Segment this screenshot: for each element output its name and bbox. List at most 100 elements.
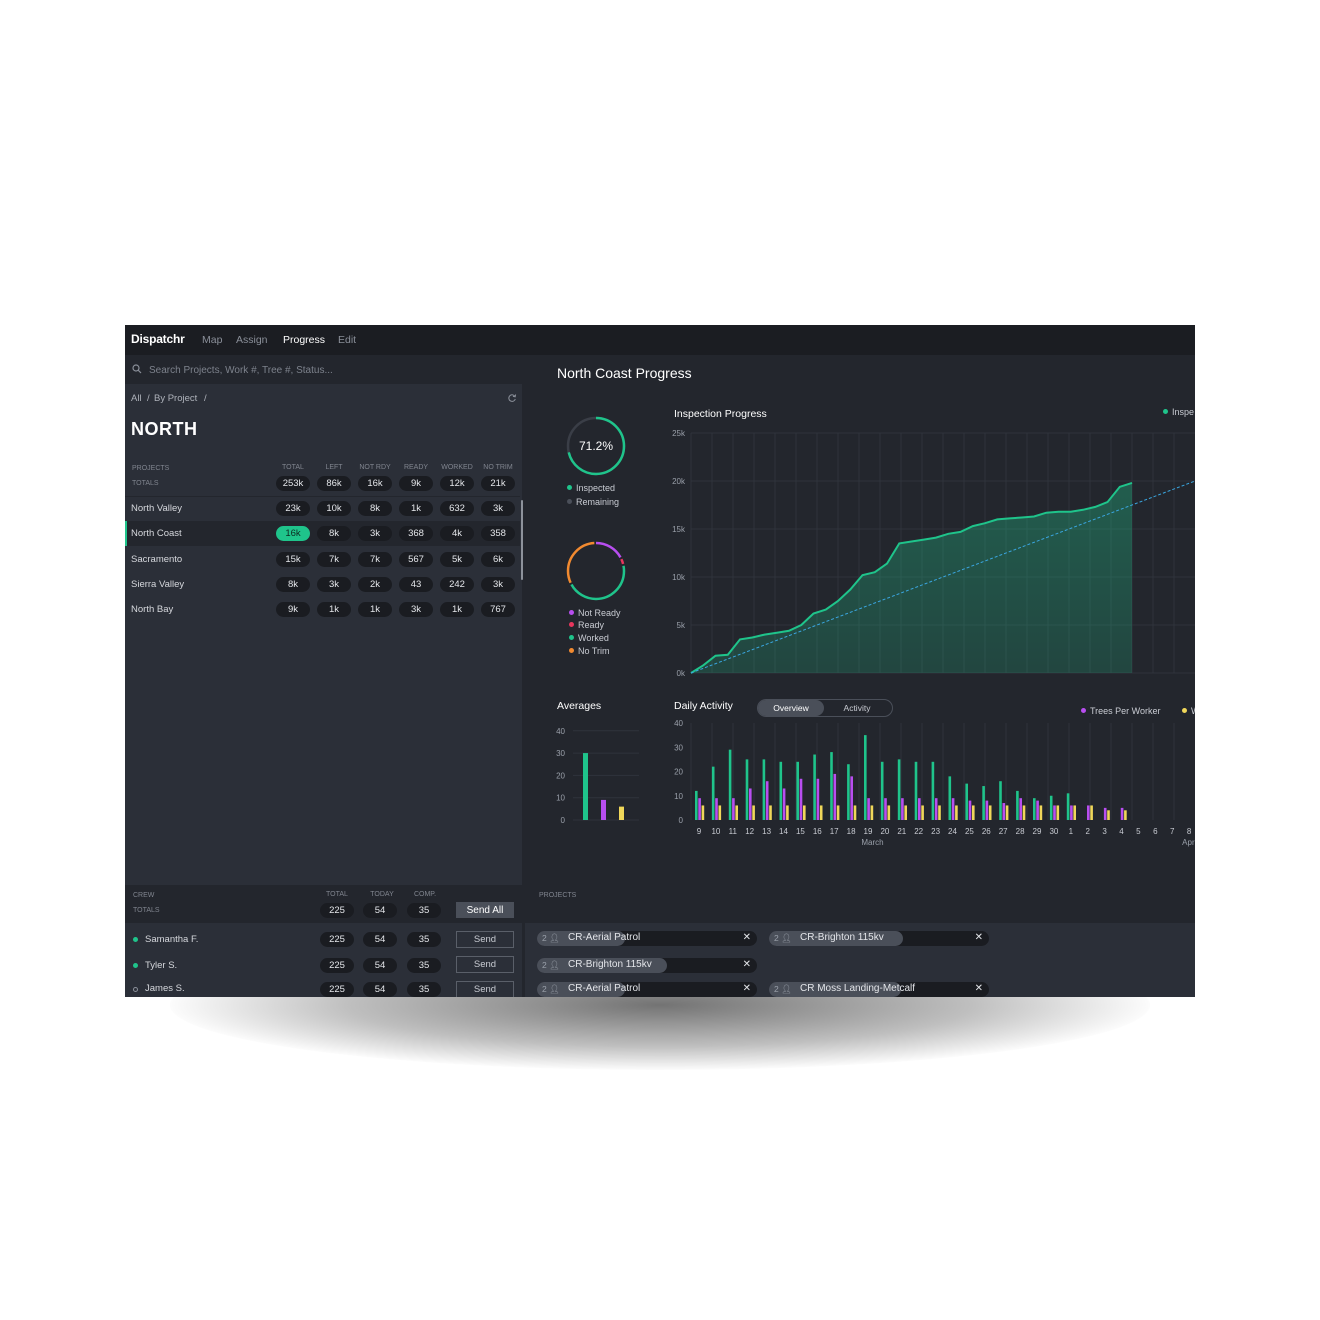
daily-bar [867,798,870,820]
selected-indicator [125,521,127,546]
totals-no-trim: 21k [481,476,515,491]
daily-bar [836,805,840,820]
project-row-north-valley[interactable]: North Valley 23k 10k 8k 1k 632 3k [125,496,520,521]
y-tick-label: 0k [677,669,686,678]
project-chip[interactable]: 2 👤︎ CR-Aerial Patrol ✕ [537,931,757,946]
assigned-projects-label: PROJECTS [539,892,577,899]
daily-bar [880,761,884,820]
daily-bar [951,798,955,820]
project-cell: 8k [358,501,392,516]
nav-map[interactable]: Map [202,334,222,346]
remove-chip-icon[interactable]: ✕ [743,983,751,994]
legend-label: Worked [578,633,609,643]
remove-chip-icon[interactable]: ✕ [743,932,751,943]
nav-progress[interactable]: Progress [283,334,325,346]
daily-bar [985,800,989,820]
daily-bar [1103,807,1107,820]
project-cell: 15k [276,552,310,567]
daily-bar [1056,805,1060,820]
projects-panel: All / By Project / NORTH PROJECTS TOTALS… [125,355,523,885]
x-tick-label: 22 [914,827,923,836]
daily-bar [1036,800,1039,820]
remove-chip-icon[interactable]: ✕ [975,983,983,994]
remove-chip-icon[interactable]: ✕ [975,932,983,943]
chip-project-name: CR-Brighton 115kv [568,959,652,970]
user-icon: 👤︎ [549,984,560,994]
daily-bar [732,798,735,820]
project-row-sacramento[interactable]: Sacramento 15k 7k 7k 567 5k 6k [125,547,520,572]
crew-cell: 225 [320,932,354,947]
daily-bar [1073,805,1076,820]
daily-bar [1039,805,1043,820]
totals-left: 86k [317,476,351,491]
breadcrumb-by-project[interactable]: By Project [154,393,197,404]
daily-bar [1066,793,1070,820]
daily-bar [1120,807,1124,820]
averages-title: Averages [557,700,602,712]
project-chip[interactable]: 2 👤︎ CR-Brighton 115kv ✕ [769,931,989,946]
project-cell: 7k [317,552,351,567]
breadcrumb-all[interactable]: All [131,393,142,404]
project-cell: 4k [440,526,474,541]
project-cell: 8k [317,526,351,541]
project-cell: 8k [276,577,310,592]
daily-bar [1016,790,1019,820]
project-row-sierra-valley[interactable]: Sierra Valley 8k 3k 2k 43 242 3k [125,572,520,597]
send-button[interactable]: Send [456,981,514,997]
tab-activity[interactable]: Activity [824,700,890,716]
project-row-north-bay[interactable]: North Bay 9k 1k 1k 3k 1k 767 [125,597,520,622]
daily-bar [711,766,715,820]
chip-count-value: 2 [774,984,779,994]
projects-label: PROJECTS [132,465,170,472]
y-tick-label: 30 [674,743,683,752]
project-cell: 242 [440,577,474,592]
column-header-not-ready: NOT RDY [359,464,391,471]
average-bar [619,806,624,820]
x-tick-label: 30 [1049,827,1058,836]
daily-bar [1022,805,1026,820]
project-cell: 1k [358,602,392,617]
legend-dot [569,635,574,641]
send-button[interactable]: Send [456,956,514,973]
project-row-north-coast[interactable]: North Coast 16k 8k 3k 368 4k 358 [125,521,520,546]
y-tick-label: 25k [672,429,686,438]
x-tick-label: 14 [779,827,788,836]
y-tick-label: 30 [556,749,565,758]
legend-dot [569,610,574,616]
legend-label: Inspected [576,483,616,493]
project-chip[interactable]: 2 👤︎ CR Moss Landing-Metcalf ✕ [769,982,989,997]
column-header-worked: WORKED [441,464,473,471]
legend-label: Ready [578,620,605,630]
refresh-icon[interactable] [507,393,517,403]
x-tick-label: 29 [1033,827,1042,836]
send-all-button[interactable]: Send All [456,902,514,918]
legend-inspected: Inspected [567,483,615,493]
x-tick-label: 2 [1085,827,1090,836]
online-status-icon [133,963,138,968]
user-icon: 👤︎ [781,933,792,943]
x-tick-label: 19 [864,827,873,836]
project-cell: 368 [399,526,433,541]
x-tick-label: 17 [830,827,839,836]
nav-edit[interactable]: Edit [338,334,356,346]
nav-assign[interactable]: Assign [236,334,268,346]
tab-overview[interactable]: Overview [758,700,824,716]
send-button[interactable]: Send [456,931,514,948]
daily-bar [715,798,718,820]
projects-scrollbar[interactable] [521,500,523,580]
x-tick-label: 28 [1016,827,1025,836]
project-cell: 3k [317,577,351,592]
project-chip[interactable]: 2 👤︎ CR-Brighton 115kv ✕ [537,958,757,973]
daily-bar [904,805,907,820]
legend-no-trim: No Trim [569,646,610,656]
project-cell: 767 [481,602,515,617]
legend-label: Inspe [1172,407,1195,417]
remove-chip-icon[interactable]: ✕ [743,959,751,970]
y-tick-label: 20 [556,771,565,780]
y-tick-label: 40 [674,719,683,728]
search-input[interactable] [147,361,511,379]
daily-bar [968,800,972,820]
project-chip[interactable]: 2 👤︎ CR-Aerial Patrol ✕ [537,982,757,997]
totals-not-ready: 16k [358,476,392,491]
month-label: April [1182,838,1195,847]
